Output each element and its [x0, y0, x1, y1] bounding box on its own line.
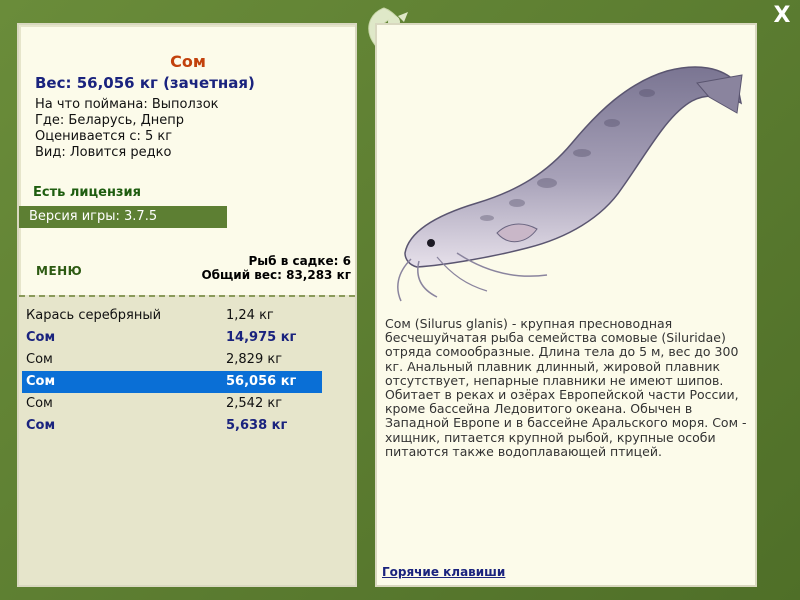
fish-list-name: Сом: [26, 330, 56, 345]
cage-total-weight: Общий вес: 83,283 кг: [201, 268, 351, 282]
detail-min-weight: Оценивается с: 5 кг: [35, 129, 173, 144]
fish-list-item[interactable]: Сом 2,829 кг: [22, 349, 322, 371]
fish-list-weight: 2,542 кг: [226, 396, 283, 411]
detail-rarity: Вид: Ловится редко: [35, 145, 172, 160]
fish-description-panel: Сом (Silurus glanis) - крупная пресновод…: [375, 23, 757, 587]
cage-stats: Рыб в садке: 6 Общий вес: 83,283 кг: [201, 254, 351, 282]
game-version: Версия игры: 3.7.5: [19, 206, 227, 228]
detail-bait: На что поймана: Выползок: [35, 97, 219, 112]
fish-details: На что поймана: Выползок Где: Беларусь, …: [35, 97, 219, 161]
fish-list-item[interactable]: Сом 2,542 кг: [22, 393, 322, 415]
detail-location: Где: Беларусь, Днепр: [35, 113, 185, 128]
fish-list-item[interactable]: Сом 14,975 кг: [22, 327, 322, 349]
fish-list-name: Сом: [26, 396, 53, 411]
fish-list-item[interactable]: Сом 56,056 кг: [22, 371, 322, 393]
fish-list-item[interactable]: Карась серебряный 1,24 кг: [22, 305, 322, 327]
fish-description: Сом (Silurus glanis) - крупная пресновод…: [385, 316, 747, 459]
fish-list-item[interactable]: Сом 5,638 кг: [22, 415, 322, 437]
caught-fish-list: Карась серебряный 1,24 кг Сом 14,975 кг …: [22, 305, 322, 437]
fish-list-name: Сом: [26, 418, 56, 433]
fish-list-weight: 5,638 кг: [226, 418, 288, 433]
fish-list-name: Сом: [26, 374, 56, 389]
hotkeys-link[interactable]: Горячие клавиши: [382, 565, 505, 579]
fish-weight: Вес: 56,056 кг (зачетная): [35, 74, 255, 92]
cage-count: Рыб в садке: 6: [248, 254, 352, 268]
fish-info-box: Сом Вес: 56,056 кг (зачетная) На что пой…: [19, 27, 355, 295]
license-status: Есть лицензия: [33, 185, 141, 200]
fish-list-weight: 2,829 кг: [226, 352, 283, 367]
menu-button[interactable]: МЕНЮ: [36, 264, 82, 278]
fish-title: Сом: [170, 52, 206, 71]
close-button[interactable]: X: [770, 4, 794, 28]
catfish-image: [397, 66, 743, 302]
fish-list-weight: 14,975 кг: [226, 330, 297, 345]
fish-list-weight: 56,056 кг: [226, 374, 297, 389]
fish-list-name: Сом: [26, 352, 53, 367]
fish-list-weight: 1,24 кг: [226, 308, 274, 323]
fish-list-name: Карась серебряный: [26, 308, 162, 323]
divider: [19, 295, 355, 297]
fish-info-panel: Сом Вес: 56,056 кг (зачетная) На что пой…: [17, 23, 357, 587]
